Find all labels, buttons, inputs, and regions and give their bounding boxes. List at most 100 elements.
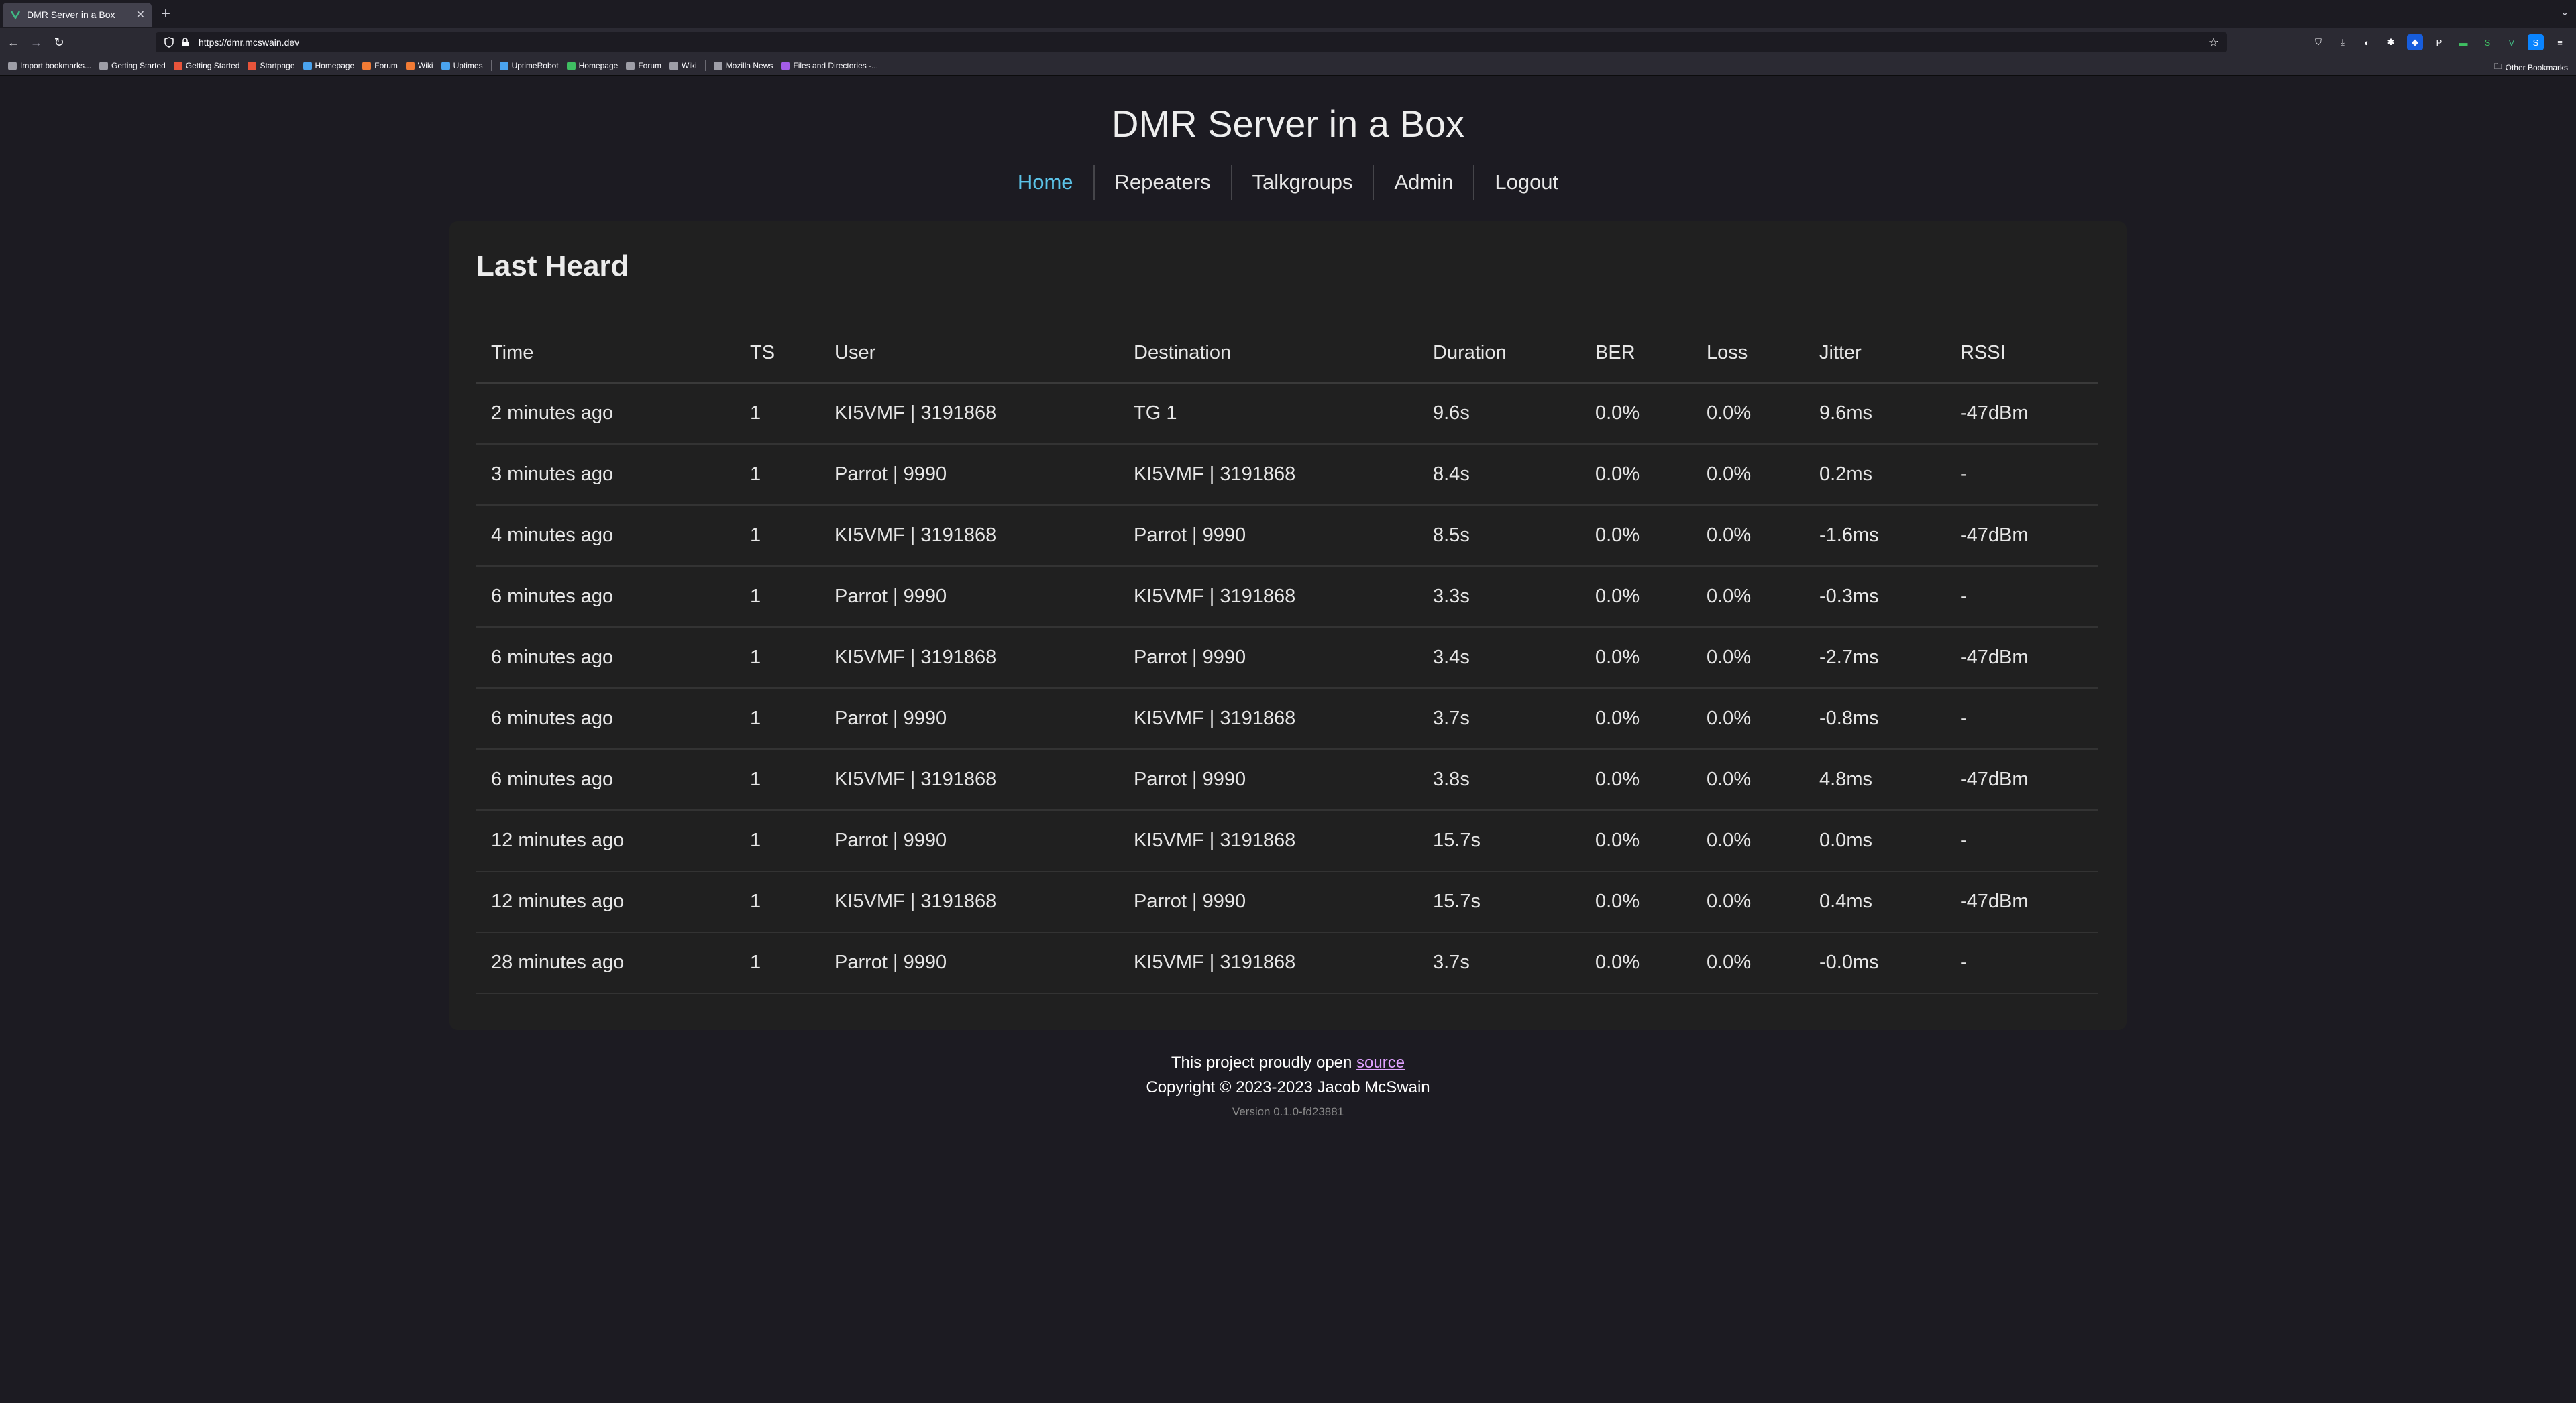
table-cell: KI5VMF | 3191868 bbox=[820, 505, 1119, 567]
other-bookmarks[interactable]: 🗀 Other Bookmarks bbox=[2494, 60, 2568, 74]
table-cell: -47dBm bbox=[1945, 505, 2098, 567]
extension-blue-icon[interactable]: S bbox=[2528, 34, 2544, 50]
menu-icon[interactable]: ≡ bbox=[2552, 34, 2568, 50]
extension-s-icon[interactable]: S bbox=[2479, 34, 2496, 50]
tracking-protection-icon[interactable] bbox=[162, 36, 176, 49]
table-cell: 0.0% bbox=[1580, 688, 1692, 750]
reload-icon[interactable]: ↻ bbox=[50, 33, 68, 52]
column-header[interactable]: Duration bbox=[1418, 323, 1580, 384]
bookmark-item[interactable]: Import bookmarks... bbox=[8, 61, 91, 70]
table-cell: Parrot | 9990 bbox=[820, 932, 1119, 994]
bookmark-item[interactable]: Mozilla News bbox=[713, 61, 773, 70]
bookmark-icon bbox=[362, 61, 372, 70]
table-cell: -0.8ms bbox=[1805, 688, 1945, 750]
bookmark-item[interactable]: Getting Started bbox=[173, 61, 239, 70]
table-cell: 15.7s bbox=[1418, 810, 1580, 872]
bookmark-item[interactable]: Files and Directories -... bbox=[781, 61, 878, 70]
table-cell: KI5VMF | 3191868 bbox=[820, 871, 1119, 933]
bookmark-icon bbox=[781, 61, 790, 70]
table-cell: Parrot | 9990 bbox=[820, 810, 1119, 872]
table-body: 2 minutes ago 1 KI5VMF | 3191868 TG 1 9.6s 0.… bbox=[476, 383, 2098, 994]
bookmark-item[interactable]: Wiki bbox=[669, 61, 697, 70]
folder-icon: 🗀 bbox=[2493, 62, 2502, 71]
bookmark-item[interactable]: Wiki bbox=[405, 61, 433, 70]
table-cell: 0.0% bbox=[1692, 444, 1805, 506]
table-cell: Parrot | 9990 bbox=[820, 688, 1119, 750]
bitwarden-icon[interactable]: ◆ bbox=[2407, 34, 2423, 50]
column-header[interactable]: User bbox=[820, 323, 1119, 384]
table-cell: 1 bbox=[735, 749, 820, 811]
bookmark-item[interactable]: Startpage bbox=[248, 61, 295, 70]
bookmark-icon bbox=[441, 61, 450, 70]
table-cell: 0.0% bbox=[1580, 505, 1692, 567]
table-cell: 0.0% bbox=[1580, 383, 1692, 445]
nav-repeaters[interactable]: Repeaters bbox=[1095, 165, 1231, 200]
table-cell: 4 minutes ago bbox=[476, 505, 735, 567]
table-cell: 8.5s bbox=[1418, 505, 1580, 567]
table-cell: 1 bbox=[735, 444, 820, 506]
extension-p-icon[interactable]: P bbox=[2431, 34, 2447, 50]
bookmark-item[interactable]: Forum bbox=[362, 61, 398, 70]
extension-terminal-icon[interactable]: ▬ bbox=[2455, 34, 2471, 50]
site-favicon-icon bbox=[9, 9, 21, 21]
bookmark-icon bbox=[499, 61, 508, 70]
nav-talkgroups[interactable]: Talkgroups bbox=[1232, 165, 1373, 200]
bookmark-star-icon[interactable]: ☆ bbox=[2208, 36, 2219, 50]
table-cell: 6 minutes ago bbox=[476, 749, 735, 811]
table-cell: 12 minutes ago bbox=[476, 810, 735, 872]
bookmark-item[interactable]: Homepage bbox=[303, 61, 354, 70]
nav-logout[interactable]: Logout bbox=[1474, 165, 1578, 200]
extension-dark-icon[interactable]: ◐ bbox=[2359, 34, 2375, 50]
bookmark-icon bbox=[566, 61, 576, 70]
forward-icon[interactable]: → bbox=[27, 33, 46, 52]
table-cell: 6 minutes ago bbox=[476, 627, 735, 689]
table-cell: 15.7s bbox=[1418, 871, 1580, 933]
browser-tab-bar: DMR Server in a Box ✕ + ⌄ bbox=[0, 0, 2576, 28]
downloads-icon[interactable]: ⤓ bbox=[2334, 34, 2351, 50]
column-header[interactable]: BER bbox=[1580, 323, 1692, 384]
list-all-tabs-icon[interactable]: ⌄ bbox=[2561, 5, 2569, 19]
table-cell: Parrot | 9990 bbox=[1119, 871, 1418, 933]
column-header[interactable]: RSSI bbox=[1945, 323, 2098, 384]
table-cell: 4.8ms bbox=[1805, 749, 1945, 811]
table-cell: 0.0% bbox=[1580, 749, 1692, 811]
column-header[interactable]: Destination bbox=[1119, 323, 1418, 384]
table-cell: KI5VMF | 3191868 bbox=[1119, 810, 1418, 872]
table-row: 3 minutes ago 1 Parrot | 9990 KI5VMF | 3191… bbox=[476, 444, 2098, 506]
bookmark-icon bbox=[99, 61, 109, 70]
bookmark-item[interactable]: Homepage bbox=[566, 61, 618, 70]
table-cell: 0.0% bbox=[1692, 688, 1805, 750]
bookmark-item[interactable]: Getting Started bbox=[99, 61, 166, 70]
table-cell: 1 bbox=[735, 505, 820, 567]
column-header[interactable]: TS bbox=[735, 323, 820, 384]
bookmark-icon bbox=[669, 61, 679, 70]
nav-admin[interactable]: Admin bbox=[1374, 165, 1473, 200]
new-tab-icon[interactable]: + bbox=[161, 6, 170, 22]
table-cell: 0.0ms bbox=[1805, 810, 1945, 872]
bookmark-item[interactable]: UptimeRobot bbox=[499, 61, 559, 70]
source-link[interactable]: source bbox=[1356, 1054, 1405, 1072]
nav-home[interactable]: Home bbox=[998, 165, 1093, 200]
table-cell: KI5VMF | 3191868 bbox=[1119, 932, 1418, 994]
column-header[interactable]: Loss bbox=[1692, 323, 1805, 384]
close-tab-icon[interactable]: ✕ bbox=[136, 8, 145, 21]
last-heard-table: Time TS User Destination Duration BER Lo… bbox=[476, 323, 2098, 994]
url-bar[interactable]: https://dmr.mcswain.dev ☆ bbox=[156, 32, 2227, 52]
bookmark-separator bbox=[704, 60, 706, 71]
column-header[interactable]: Jitter bbox=[1805, 323, 1945, 384]
footer-copyright: Copyright © 2023-2023 Jacob McSwain bbox=[1146, 1078, 1430, 1097]
table-cell: 8.4s bbox=[1418, 444, 1580, 506]
column-header[interactable]: Time bbox=[476, 323, 735, 384]
pocket-icon[interactable]: ⛉ bbox=[2310, 34, 2326, 50]
vue-devtools-icon[interactable]: V bbox=[2504, 34, 2520, 50]
back-icon[interactable]: ← bbox=[4, 33, 23, 52]
bookmark-item[interactable]: Forum bbox=[626, 61, 661, 70]
lock-icon[interactable] bbox=[178, 36, 192, 49]
open-source-text: This project proudly open bbox=[1171, 1054, 1357, 1072]
browser-tab-active[interactable]: DMR Server in a Box ✕ bbox=[3, 3, 152, 27]
bookmark-item[interactable]: Uptimes bbox=[441, 61, 483, 70]
table-cell: -47dBm bbox=[1945, 627, 2098, 689]
table-cell: 3.3s bbox=[1418, 566, 1580, 628]
table-cell: TG 1 bbox=[1119, 383, 1418, 445]
extension-puzzle-icon[interactable]: ✱ bbox=[2383, 34, 2399, 50]
